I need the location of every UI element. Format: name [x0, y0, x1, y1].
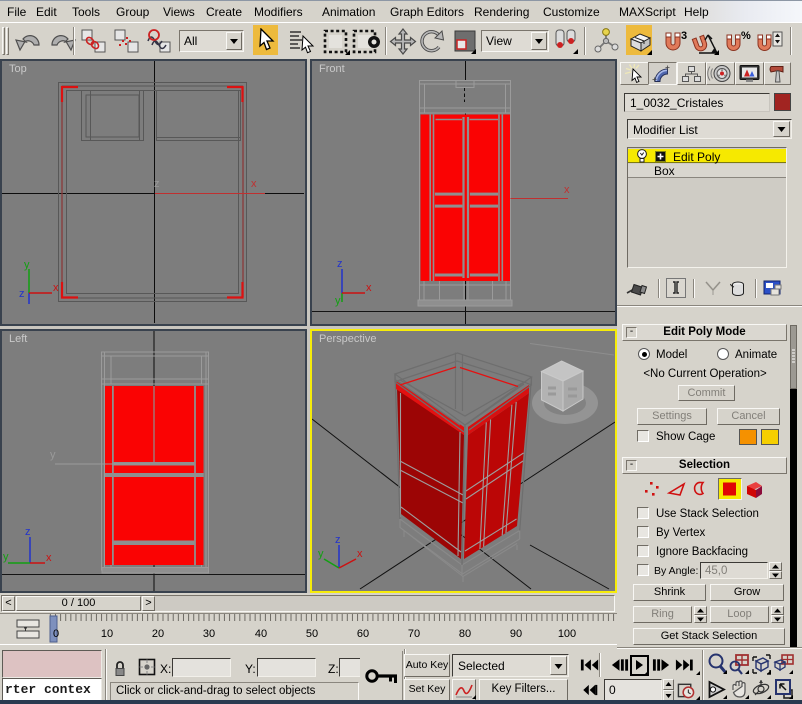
svg-text:50: 50 — [306, 628, 318, 640]
svg-text:x: x — [366, 282, 372, 294]
svg-text:x: x — [357, 548, 363, 560]
svg-text:100: 100 — [558, 628, 576, 640]
svg-text:z: z — [335, 534, 341, 546]
svg-text:x: x — [564, 184, 570, 196]
svg-text:x: x — [46, 552, 52, 564]
svg-text:z: z — [19, 288, 25, 300]
svg-text:y: y — [24, 259, 30, 271]
svg-text:80: 80 — [459, 628, 471, 640]
svg-text:y: y — [318, 548, 324, 560]
svg-text:x: x — [251, 178, 257, 190]
svg-text:x: x — [53, 282, 59, 294]
svg-text:60: 60 — [357, 628, 369, 640]
svg-text:0: 0 — [53, 628, 59, 640]
svg-text:40: 40 — [255, 628, 267, 640]
svg-text:20: 20 — [152, 628, 164, 640]
svg-text:30: 30 — [203, 628, 215, 640]
svg-text:z: z — [337, 258, 343, 270]
svg-text:y: y — [3, 551, 9, 563]
svg-text:90: 90 — [510, 628, 522, 640]
svg-text:y: y — [335, 295, 341, 307]
svg-text:y: y — [50, 449, 56, 461]
svg-text:70: 70 — [408, 628, 420, 640]
svg-text:10: 10 — [101, 628, 113, 640]
svg-text:z: z — [25, 526, 31, 538]
svg-text:z: z — [154, 178, 160, 190]
